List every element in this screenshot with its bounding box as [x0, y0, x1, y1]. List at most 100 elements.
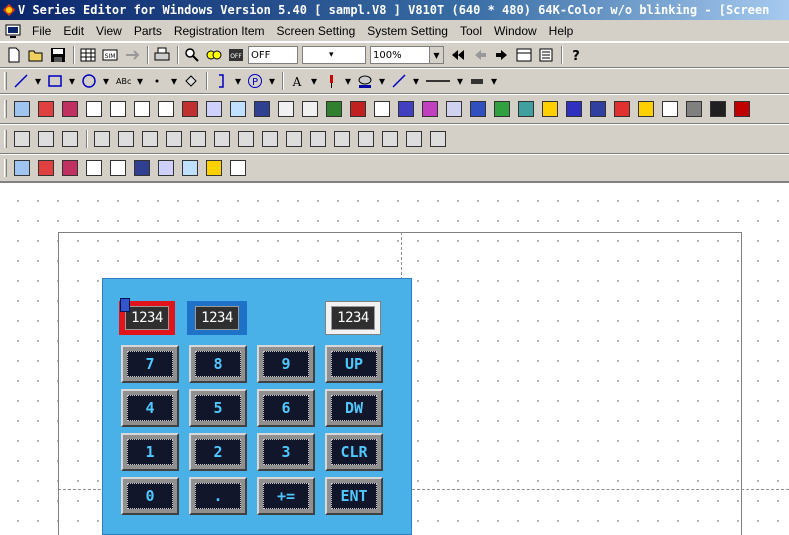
keypad-key[interactable]: 5 [189, 389, 247, 427]
fill-color-dropdown[interactable]: ▾ [489, 71, 499, 91]
text-dropdown[interactable]: ▾ [135, 71, 145, 91]
keypad-key[interactable]: 7 [121, 345, 179, 383]
keypad-key[interactable]: CLR [325, 433, 383, 471]
menu-edit[interactable]: Edit [57, 21, 90, 41]
help-button[interactable]: ? [566, 45, 586, 65]
data-sheet-button[interactable] [395, 99, 417, 119]
keypad-key[interactable]: 8 [189, 345, 247, 383]
keypad-key[interactable]: 4 [121, 389, 179, 427]
line-dropdown[interactable]: ▾ [33, 71, 43, 91]
marker-dropdown[interactable]: ▾ [343, 71, 353, 91]
multi-copy-button[interactable] [91, 129, 113, 149]
trend-graph-button[interactable] [227, 99, 249, 119]
sim-button[interactable]: SIM [100, 45, 120, 65]
parts-dropdown[interactable]: ▾ [267, 71, 277, 91]
animation-button[interactable] [515, 99, 537, 119]
keypad-key[interactable]: ENT [325, 477, 383, 515]
save-button[interactable] [48, 45, 68, 65]
numeric-input-button[interactable] [155, 99, 177, 119]
copy-button[interactable] [35, 129, 57, 149]
menu-system-setting[interactable]: System Setting [361, 21, 454, 41]
off-state-button[interactable]: OFF [226, 45, 246, 65]
memo-button[interactable] [683, 99, 705, 119]
menu-view[interactable]: View [90, 21, 128, 41]
back-button[interactable] [448, 45, 468, 65]
multi-switch-button[interactable] [59, 158, 81, 178]
m-part-button[interactable] [731, 99, 753, 119]
line-width-button[interactable] [423, 71, 453, 91]
keypad-key[interactable]: 2 [189, 433, 247, 471]
bracket-tool-button[interactable] [211, 71, 231, 91]
screen-view-button[interactable] [514, 45, 534, 65]
keypad-key[interactable]: 9 [257, 345, 315, 383]
toolbar-grip[interactable] [4, 159, 7, 177]
character-display-button[interactable] [107, 158, 129, 178]
zoom-combo[interactable]: ▾ [302, 46, 366, 64]
redo-button[interactable] [379, 129, 401, 149]
lamp-button[interactable] [35, 158, 57, 178]
marker-button[interactable] [321, 71, 341, 91]
list-view-button[interactable] [536, 45, 556, 65]
keypad-key[interactable]: 3 [257, 433, 315, 471]
circle-dropdown[interactable]: ▾ [101, 71, 111, 91]
align-left-button[interactable] [115, 129, 137, 149]
prev-button[interactable] [470, 45, 490, 65]
transfer-button[interactable] [122, 45, 142, 65]
graph-button[interactable] [155, 158, 177, 178]
toggle-button[interactable] [204, 45, 224, 65]
menu-screen-setting[interactable]: Screen Setting [271, 21, 362, 41]
keypad-key[interactable]: 6 [257, 389, 315, 427]
circle-tool-button[interactable] [79, 71, 99, 91]
next-button[interactable] [492, 45, 512, 65]
menu-help[interactable]: Help [543, 21, 580, 41]
lamp-button[interactable] [35, 99, 57, 119]
rectangle-dropdown[interactable]: ▾ [67, 71, 77, 91]
title-bar[interactable]: V Series Editor for Windows Version 5.40… [0, 0, 789, 20]
paste-button[interactable] [59, 129, 81, 149]
pattern-button[interactable] [355, 71, 375, 91]
line-style-dropdown[interactable]: ▾ [411, 71, 421, 91]
edit-vertex-button[interactable] [331, 129, 353, 149]
new-file-button[interactable] [4, 45, 24, 65]
rectangle-tool-button[interactable] [45, 71, 65, 91]
keypad-key[interactable]: += [257, 477, 315, 515]
keypad-part[interactable]: 1234 1234 1234 7 8 9 UP 4 5 6 DW 1 2 3 CLR 0. += ENT [102, 278, 412, 535]
keypad-key[interactable]: . [189, 477, 247, 515]
circle-graph-button[interactable] [347, 99, 369, 119]
picture-button[interactable] [491, 99, 513, 119]
select-area-button[interactable] [403, 129, 425, 149]
fill-color-button[interactable] [467, 71, 487, 91]
toolbar-grip[interactable] [4, 130, 7, 148]
cut-button[interactable] [11, 129, 33, 149]
table-data-button[interactable] [131, 158, 153, 178]
sampling-button[interactable] [275, 99, 297, 119]
line-style-button[interactable] [389, 71, 409, 91]
table-data-button[interactable] [251, 99, 273, 119]
switch-button[interactable] [11, 158, 33, 178]
numeric-display-part-button[interactable] [83, 158, 105, 178]
keypad-key[interactable]: 1 [121, 433, 179, 471]
font-dropdown[interactable]: ▾ [309, 71, 319, 91]
chart-button[interactable] [467, 99, 489, 119]
color-pattern-button[interactable] [419, 99, 441, 119]
align-top-button[interactable] [163, 129, 185, 149]
keypad-key[interactable]: DW [325, 389, 383, 427]
line-width-dropdown[interactable]: ▾ [455, 71, 465, 91]
macro-button[interactable] [707, 99, 729, 119]
keypad-key[interactable]: 0 [121, 477, 179, 515]
trend-graph-button[interactable] [179, 158, 201, 178]
buzzer-button[interactable] [635, 99, 657, 119]
bracket-dropdown[interactable]: ▾ [233, 71, 243, 91]
toolbar-grip[interactable] [4, 72, 7, 90]
menu-tool[interactable]: Tool [454, 21, 488, 41]
zoom-level-combo[interactable]: 100% ▼ [370, 46, 444, 64]
print-button[interactable] [152, 45, 172, 65]
document-system-icon[interactable] [4, 23, 22, 39]
align-center-button[interactable] [211, 129, 233, 149]
menu-registration-item[interactable]: Registration Item [168, 21, 271, 41]
meter-button[interactable] [299, 99, 321, 119]
alarm-button[interactable] [203, 158, 225, 178]
font-button[interactable]: A [287, 71, 307, 91]
align-bottom-button[interactable] [187, 129, 209, 149]
screen-list-button[interactable] [78, 45, 98, 65]
